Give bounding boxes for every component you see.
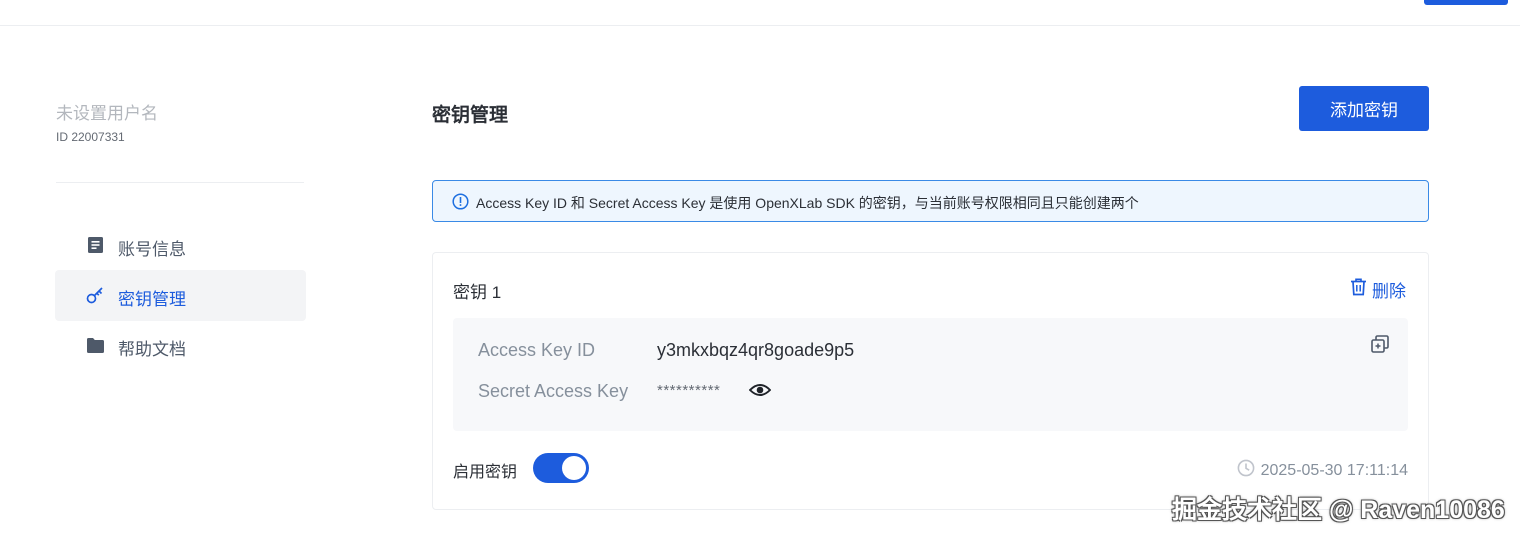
key-details-panel: Access Key ID y3mkxbqz4qr8goade9p5 Secre… [453,318,1408,431]
sidebar-divider [56,182,304,183]
delete-label: 删除 [1372,282,1406,301]
key-icon [86,286,104,304]
sidebar-item-key-management[interactable]: 密钥管理 [55,270,306,321]
secret-key-value: ********** [657,382,721,399]
access-key-id-label: Access Key ID [478,340,596,360]
sidebar-item-help-docs[interactable]: 帮助文档 [55,320,306,371]
sidebar-item-label: 帮助文档 [118,340,186,359]
key-card: 密钥 1 删除 Access Key ID y3mkxbqz4qr8goade9… [432,252,1429,510]
top-bar [0,0,1520,26]
enable-key-label: 启用密钥 [453,464,518,481]
created-timestamp: 2025-05-30 17:11:14 [1237,459,1408,482]
document-icon [86,236,104,254]
info-circle-icon [452,193,469,210]
top-right-button[interactable] [1424,0,1508,5]
sidebar-item-label: 密钥管理 [118,290,186,309]
eye-icon[interactable] [748,381,772,399]
toggle-knob [562,456,586,480]
page-title: 密钥管理 [432,105,509,126]
alert-text: Access Key ID 和 Secret Access Key 是使用 Op… [476,195,1139,211]
add-key-button[interactable]: 添加密钥 [1299,86,1429,131]
user-id: ID 22007331 [56,130,125,144]
secret-key-label: Secret Access Key [478,381,629,401]
enable-key-toggle[interactable] [533,453,589,483]
username: 未设置用户名 [56,104,158,123]
timestamp-text: 2025-05-30 17:11:14 [1260,461,1408,479]
sidebar-item-label: 账号信息 [118,240,186,259]
access-key-id-value: y3mkxbqz4qr8goade9p5 [657,340,855,360]
folder-icon [86,336,104,354]
watermark: 掘金技术社区 @ Raven10086 [1172,496,1505,524]
trash-icon [1350,278,1367,301]
delete-key-button[interactable]: 删除 [1350,277,1406,302]
clock-icon [1237,459,1255,482]
info-alert: Access Key ID 和 Secret Access Key 是使用 Op… [432,180,1429,222]
sidebar-item-account-info[interactable]: 账号信息 [55,220,306,271]
key-title: 密钥 1 [453,283,502,302]
copy-icon[interactable] [1371,335,1389,353]
